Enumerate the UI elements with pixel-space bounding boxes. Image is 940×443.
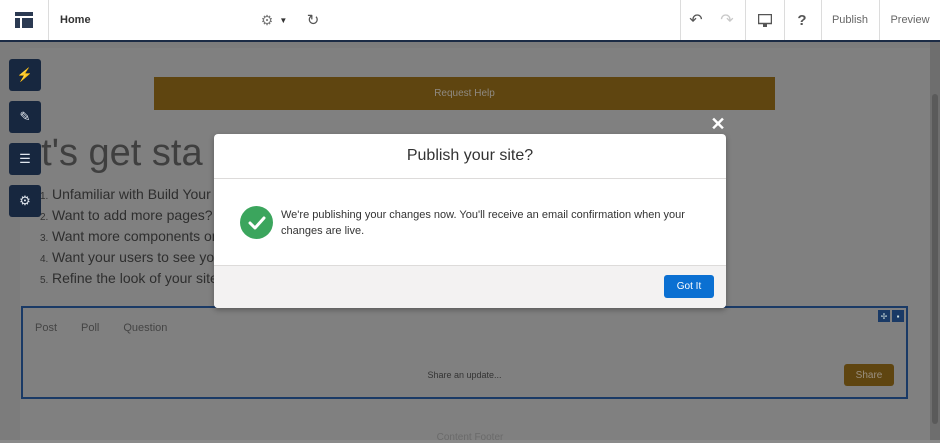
help-button[interactable]: ? xyxy=(784,0,820,40)
share-update-input[interactable]: Share an update... xyxy=(23,370,906,380)
check-icon xyxy=(240,206,273,239)
gear-icon: ⚙ xyxy=(260,11,274,28)
tab-question[interactable]: Question xyxy=(123,322,167,334)
list-item: 1. Unfamiliar with Build Your xyxy=(40,186,211,202)
close-icon[interactable]: ✕ xyxy=(709,114,727,134)
settings-icon[interactable]: ⚙ xyxy=(9,185,41,217)
list-item: 2. Want to add more pages? T xyxy=(40,207,225,223)
getting-started-list: 1. Unfamiliar with Build Your 2. Want to a… xyxy=(40,186,225,291)
list-item: 3. Want more components on xyxy=(40,228,220,244)
builder-side-panel: ⚡ ✎ ☰ ⚙ xyxy=(9,59,41,227)
request-help-banner[interactable]: Request Help xyxy=(154,77,775,110)
content-footer: Content Footer xyxy=(436,432,504,443)
list-item: 5. Refine the look of your site xyxy=(40,270,218,286)
modal-title: Publish your site? xyxy=(214,134,726,179)
modal-body: We're publishing your changes now. You'l… xyxy=(214,179,726,266)
tab-post[interactable]: Post xyxy=(35,322,57,334)
publisher-tabs: Post Poll Question xyxy=(35,322,167,334)
list-item: 4. Want your users to see you xyxy=(40,249,222,265)
got-it-button[interactable]: Got It xyxy=(664,275,714,298)
feed-publisher-component[interactable]: ✢ ▪ Post Poll Question Share an update..… xyxy=(21,306,908,399)
layout-icon[interactable] xyxy=(0,0,48,40)
builder-toolbar: Home ⚙ ▼ ↻ ↶ ↷ ? Publish Preview xyxy=(0,0,940,42)
desktop-icon[interactable] xyxy=(746,0,784,40)
lightning-icon[interactable]: ⚡ xyxy=(9,59,41,91)
preview-button[interactable]: Preview xyxy=(880,0,940,40)
publish-button[interactable]: Publish xyxy=(822,0,878,40)
caret-down-icon: ▼ xyxy=(279,15,288,25)
refresh-icon[interactable]: ↻ xyxy=(298,0,328,40)
modal-message: We're publishing your changes now. You'l… xyxy=(281,209,685,237)
page-settings-dropdown[interactable]: ⚙ ▼ xyxy=(250,0,298,40)
page-hero-title: et's get sta xyxy=(20,132,203,174)
component-tools: ✢ ▪ xyxy=(878,310,904,322)
brush-icon[interactable]: ✎ xyxy=(9,101,41,133)
publish-modal: Publish your site? We're publishing your… xyxy=(214,134,726,308)
canvas-scrollbar[interactable] xyxy=(930,42,940,440)
page-selector[interactable]: Home xyxy=(48,0,248,40)
delete-icon[interactable]: ▪ xyxy=(892,310,904,322)
list-icon[interactable]: ☰ xyxy=(9,143,41,175)
tab-poll[interactable]: Poll xyxy=(81,322,99,334)
redo-icon[interactable]: ↷ xyxy=(712,0,742,40)
undo-icon[interactable]: ↶ xyxy=(680,0,712,40)
scrollbar-thumb[interactable] xyxy=(932,94,938,424)
share-button[interactable]: Share xyxy=(844,364,894,386)
modal-footer: Got It xyxy=(214,265,726,308)
move-icon[interactable]: ✢ xyxy=(878,310,890,322)
